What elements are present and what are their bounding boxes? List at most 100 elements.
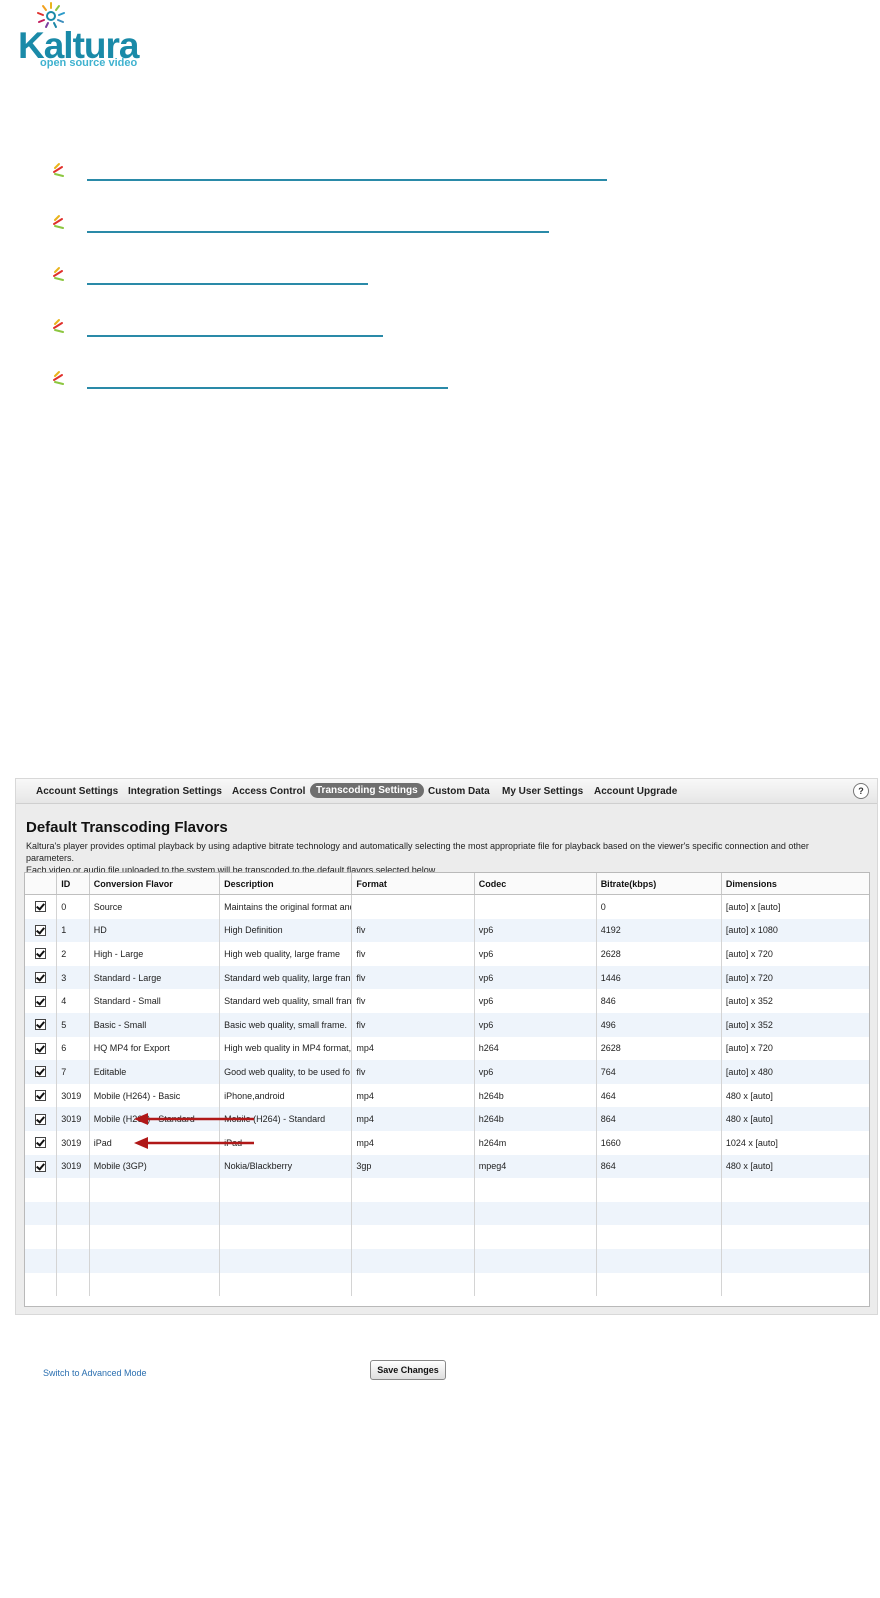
- empty-cell: [56, 1225, 90, 1249]
- cell-codec: h264: [474, 1036, 597, 1061]
- cell-format: 3gp: [351, 1154, 475, 1179]
- column-header[interactable]: ID: [56, 873, 90, 895]
- empty-cell: [474, 1248, 597, 1273]
- cell-id: 3: [56, 965, 90, 990]
- empty-cell: [25, 1272, 58, 1297]
- empty-cell: [351, 1248, 475, 1273]
- link-underline[interactable]: [87, 335, 383, 337]
- tab-access-control[interactable]: Access Control: [226, 784, 311, 799]
- empty-cell: [721, 1201, 869, 1226]
- column-header[interactable]: Dimensions: [721, 873, 869, 895]
- flavor-checkbox[interactable]: [35, 1066, 46, 1078]
- cell-format: flv: [351, 965, 475, 990]
- empty-cell: [219, 1248, 353, 1273]
- empty-table-row: [25, 1201, 869, 1226]
- empty-cell: [89, 1178, 221, 1202]
- cell-dimensions: 1024 x [auto]: [725, 1137, 778, 1148]
- cell-codec: h264b: [474, 1083, 597, 1108]
- empty-cell: [219, 1201, 353, 1226]
- cell-dimensions: [auto] x 720: [725, 1043, 773, 1054]
- empty-cell: [25, 1178, 58, 1202]
- cell-format: flv: [351, 989, 475, 1013]
- flavor-checkbox[interactable]: [35, 972, 46, 984]
- column-header[interactable]: Format: [351, 873, 475, 895]
- description-line-1: Kaltura's player provides optimal playba…: [26, 841, 809, 863]
- column-header[interactable]: Codec: [474, 873, 597, 895]
- flavor-checkbox[interactable]: [35, 924, 46, 936]
- cell-format: mp4: [351, 1107, 475, 1131]
- link-item[interactable]: [52, 162, 692, 186]
- cell-id: 1: [56, 918, 90, 943]
- cell-id: 4: [56, 989, 90, 1013]
- empty-cell: [474, 1201, 597, 1226]
- tab-my-user-settings[interactable]: My User Settings: [496, 784, 589, 799]
- flavor-checkbox[interactable]: [35, 1160, 46, 1172]
- empty-cell: [56, 1178, 90, 1202]
- flavor-checkbox[interactable]: [35, 995, 46, 1007]
- cell-checkbox: [25, 1012, 58, 1037]
- settings-tab-bar: Account Settings Integration Settings Acce…: [16, 779, 877, 804]
- flavor-checkbox[interactable]: [35, 948, 46, 960]
- flavor-checkbox[interactable]: [35, 1042, 46, 1054]
- cell-description: High Definition: [219, 918, 353, 943]
- link-underline[interactable]: [87, 387, 448, 389]
- tab-integration-settings[interactable]: Integration Settings: [122, 784, 228, 799]
- empty-cell: [596, 1272, 722, 1297]
- column-header[interactable]: Bitrate(kbps): [596, 873, 722, 895]
- cell-id: 3019: [56, 1107, 90, 1131]
- empty-cell: [89, 1201, 221, 1226]
- cell-bitrate: 1660: [596, 1130, 722, 1155]
- cell-bitrate: 496: [596, 1012, 722, 1037]
- link-item[interactable]: [52, 214, 692, 238]
- link-item[interactable]: [52, 266, 692, 290]
- cell-format: flv: [351, 1060, 475, 1084]
- cell-bitrate: 1446: [596, 965, 722, 990]
- cell-description: iPhone,android: [219, 1083, 353, 1108]
- help-icon[interactable]: ?: [853, 783, 869, 799]
- annotation-arrow-ipad: [134, 1113, 254, 1125]
- section-title: Default Transcoding Flavors: [26, 819, 228, 836]
- table-row: 4 Standard - Small Standard web quality, s…: [25, 989, 869, 1013]
- table-header-row: ID Conversion Flavor Description Format Code…: [25, 873, 869, 895]
- switch-advanced-mode-link[interactable]: Switch to Advanced Mode: [43, 1368, 147, 1378]
- flavor-checkbox[interactable]: [35, 1113, 46, 1125]
- kaltura-bullet-icon: [53, 319, 64, 333]
- cell-format: [351, 894, 475, 919]
- cell-description: Standard web quality, large fran: [219, 965, 353, 990]
- empty-cell: [596, 1201, 722, 1226]
- empty-cell: [351, 1178, 475, 1202]
- flavor-checkbox[interactable]: [35, 1090, 46, 1102]
- cell-codec: h264m: [474, 1130, 597, 1155]
- link-underline[interactable]: [87, 179, 607, 181]
- link-underline[interactable]: [87, 283, 368, 285]
- empty-cell: [474, 1225, 597, 1249]
- link-item[interactable]: [52, 318, 692, 342]
- save-changes-button[interactable]: Save Changes: [370, 1360, 446, 1380]
- kaltura-bullet-icon: [53, 163, 64, 177]
- empty-cell: [89, 1248, 221, 1273]
- cell-format: mp4: [351, 1036, 475, 1061]
- table-row: 2 High - Large High web quality, large fra…: [25, 942, 869, 966]
- link-item[interactable]: [52, 370, 692, 394]
- cell-description: Standard web quality, small fran: [219, 989, 353, 1013]
- empty-cell: [56, 1272, 90, 1297]
- empty-cell: [219, 1272, 353, 1297]
- empty-cell: [721, 1225, 869, 1249]
- cell-format: flv: [351, 1012, 475, 1037]
- tab-account-settings[interactable]: Account Settings: [30, 784, 124, 799]
- flavor-checkbox[interactable]: [35, 901, 46, 913]
- column-header[interactable]: Description: [219, 873, 353, 895]
- column-header[interactable]: Conversion Flavor: [89, 873, 221, 895]
- cell-checkbox: [25, 1130, 58, 1155]
- tab-account-upgrade[interactable]: Account Upgrade: [588, 784, 683, 799]
- cell-checkbox: [25, 989, 58, 1013]
- cell-flavor: HD: [89, 918, 221, 943]
- tab-custom-data[interactable]: Custom Data: [422, 784, 496, 799]
- tab-transcoding-settings[interactable]: Transcoding Settings: [310, 783, 424, 798]
- column-header[interactable]: [25, 873, 58, 895]
- link-underline[interactable]: [87, 231, 549, 233]
- flavor-checkbox[interactable]: [35, 1019, 46, 1031]
- cell-codec: h264b: [474, 1107, 597, 1131]
- flavor-checkbox[interactable]: [35, 1137, 46, 1149]
- empty-table-row: [25, 1272, 869, 1297]
